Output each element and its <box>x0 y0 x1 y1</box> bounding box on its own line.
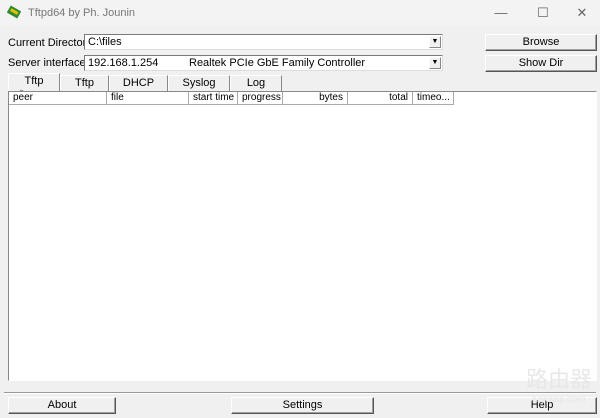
transfer-list[interactable]: peer file start time progress bytes tota… <box>8 91 597 381</box>
column-file[interactable]: file <box>107 92 189 105</box>
tab-tftp-server[interactable]: Tftp Server <box>8 73 60 101</box>
settings-button[interactable]: Settings <box>231 397 374 414</box>
chevron-down-icon[interactable]: ▼ <box>429 36 441 48</box>
chevron-down-icon[interactable]: ▼ <box>429 57 441 69</box>
maximize-button[interactable]: ☐ <box>529 4 557 22</box>
server-adapter: Realtek PCIe GbE Family Controller <box>189 57 366 69</box>
column-start-time[interactable]: start time <box>189 92 238 105</box>
watermark-url: luyouqi.com <box>532 394 586 405</box>
tab-syslog-server[interactable]: Syslog server <box>168 75 230 103</box>
server-interfaces-combo[interactable]: 192.168.1.254 Realtek PCIe GbE Family Co… <box>84 55 443 71</box>
browse-button[interactable]: Browse <box>485 34 597 51</box>
column-timeout[interactable]: timeo... <box>413 92 454 105</box>
minimize-button[interactable]: — <box>487 4 515 22</box>
column-bytes[interactable]: bytes <box>283 92 348 105</box>
column-peer[interactable]: peer <box>9 92 107 105</box>
about-button[interactable]: About <box>8 397 116 414</box>
window-title: Tftpd64 by Ph. Jounin <box>28 7 136 19</box>
close-button[interactable]: ✕ <box>568 4 596 22</box>
server-interfaces-label: Server interfaces <box>8 57 92 69</box>
server-ip: 192.168.1.254 <box>88 57 159 69</box>
tab-log-viewer[interactable]: Log viewer <box>230 75 282 103</box>
divider <box>4 392 596 394</box>
title-bar: Tftpd64 by Ph. Jounin — ☐ ✕ <box>0 0 600 26</box>
tab-dhcp-server[interactable]: DHCP server <box>109 75 168 103</box>
current-directory-combo[interactable]: C:\files ▼ <box>84 34 443 50</box>
current-directory-label: Current Directory <box>8 37 92 49</box>
watermark-text: 路由器 <box>525 367 592 392</box>
current-directory-value: C:\files <box>88 36 122 48</box>
column-total[interactable]: total <box>348 92 413 105</box>
watermark: 路由器 luyouqi.com <box>526 362 592 405</box>
column-progress[interactable]: progress <box>238 92 283 105</box>
show-dir-button[interactable]: Show Dir <box>485 55 597 72</box>
app-icon <box>7 5 21 19</box>
tab-tftp-client[interactable]: Tftp Client <box>60 75 109 103</box>
